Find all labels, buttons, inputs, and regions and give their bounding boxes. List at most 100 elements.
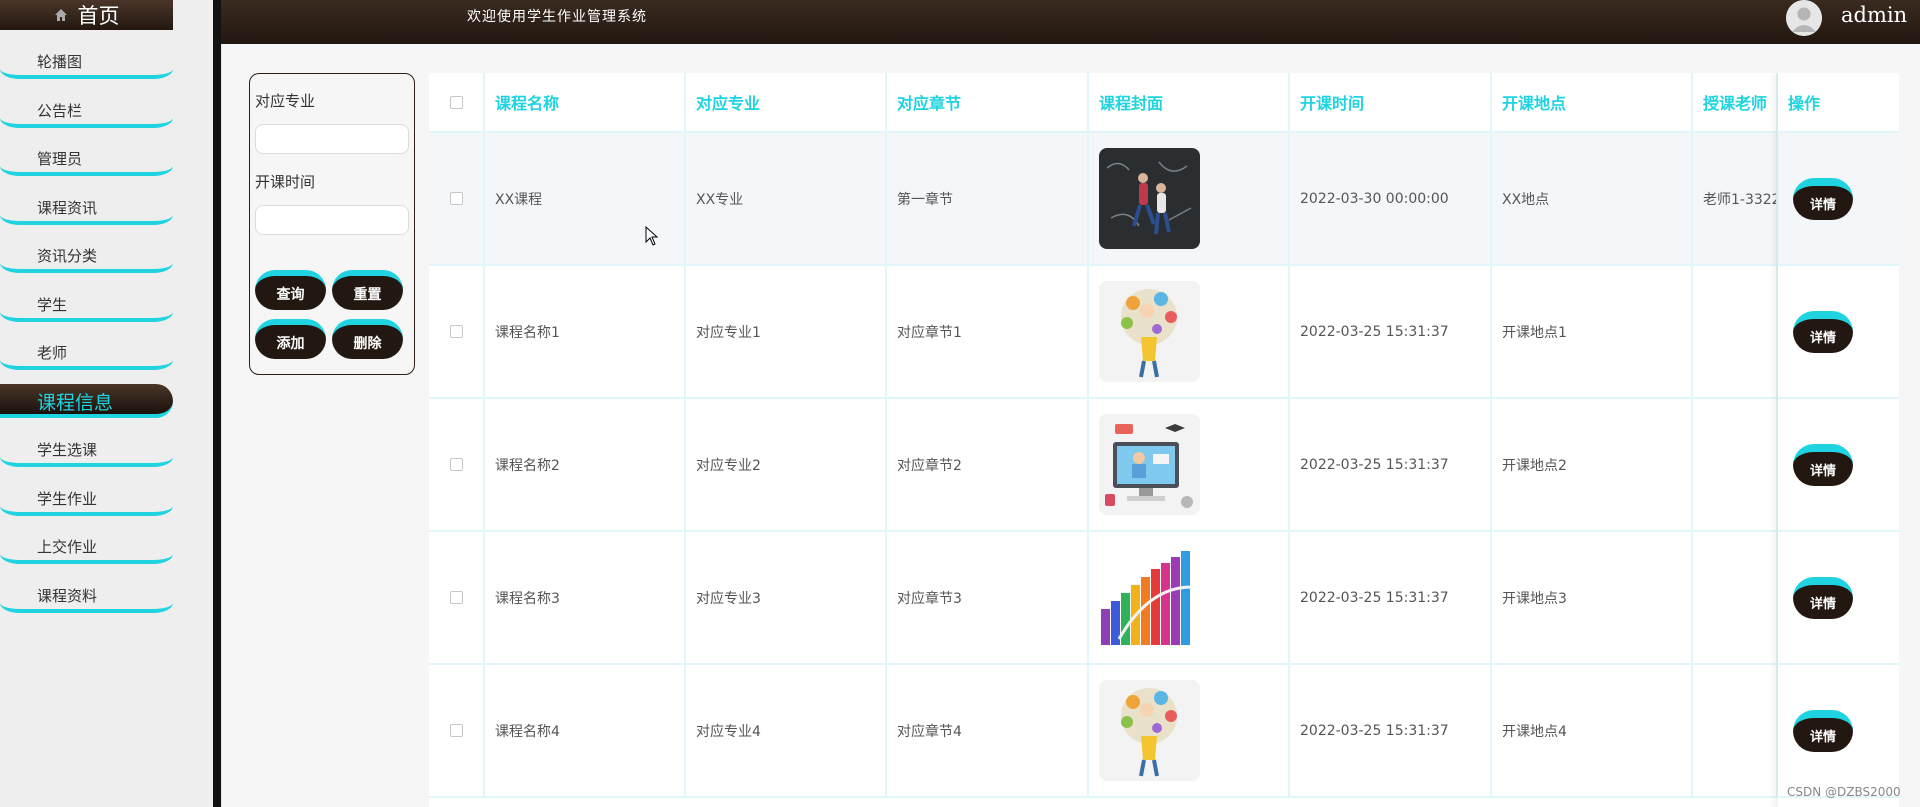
header-cover[interactable]: 课程封面 [1089,73,1290,131]
row-select-cell [429,665,485,796]
detail-button[interactable]: 详情 [1793,177,1853,220]
cell-place: 开课地点4 [1492,665,1693,796]
table-row[interactable]: 课程名称4 对应专业4 对应章节4 2022-03-25 15:31:37 开课… [429,665,1899,796]
row-checkbox[interactable] [449,458,463,471]
cell-name: 课程名称3 [485,532,686,663]
sidebar-item-student[interactable]: 学生 [0,280,173,329]
cell-time: 2022-03-25 15:31:37 [1290,665,1492,796]
nav-underline [0,263,173,273]
home-icon [54,8,68,22]
cell-teacher: 老师1-3322 [1693,133,1778,264]
cell-place: 开课地点1 [1492,266,1693,397]
detail-button[interactable]: 详情 [1793,310,1853,353]
sidebar-item-admin[interactable]: 管理员 [0,134,173,183]
sidebar-nav: 轮播图 公告栏 管理员 课程资讯 资讯分类 学生 老师 课程信息 学生选课 学生… [0,37,173,619]
cell-name: 课程名称1 [485,266,686,397]
sidebar-item-carousel[interactable]: 轮播图 [0,37,173,86]
sidebar-item-course-selection[interactable]: 学生选课 [0,425,173,474]
table-row[interactable]: 课程名称3 对应专业3 对应章节3 2022-03-25 15:31:37 开课… [429,532,1899,663]
nav-underline [0,457,173,467]
cell-chapter: 对应章节4 [887,665,1089,796]
time-input[interactable] [255,205,409,235]
header-operation: 操作 [1788,94,1821,113]
detail-button[interactable]: 详情 [1793,443,1853,486]
add-button[interactable]: 添加 [255,319,326,359]
avatar[interactable] [1786,0,1822,36]
sidebar-item-course-news[interactable]: 课程资讯 [0,183,173,232]
cover-image-chalkboard[interactable] [1099,148,1200,249]
row-select-cell [429,399,485,530]
query-button[interactable]: 查询 [255,270,326,310]
cover-image-online-class[interactable] [1099,414,1200,515]
reset-button[interactable]: 重置 [332,270,403,310]
nav-underline [0,360,173,370]
cell-time: 2022-03-30 00:00:00 [1290,133,1492,264]
row-checkbox[interactable] [449,325,463,338]
major-input[interactable] [255,124,409,154]
cover-image-thinking-boy[interactable] [1099,281,1200,382]
row-checkbox[interactable] [449,591,463,604]
header-time[interactable]: 开课时间 [1290,73,1492,131]
cell-name: 课程名称4 [485,665,686,796]
mouse-cursor-icon [645,226,659,246]
row-checkbox[interactable] [449,192,463,205]
sidebar-item-course-materials[interactable]: 课程资料 [0,571,173,620]
sidebar-item-notice[interactable]: 公告栏 [0,86,173,135]
cell-cover [1089,266,1290,397]
cell-chapter: 对应章节3 [887,532,1089,663]
cell-operation: 详情 [1778,399,1899,530]
course-table: 课程名称 对应专业 对应章节 课程封面 开课时间 开课地点 授课老师 操作 XX… [429,73,1899,807]
cover-image-thinking-boy[interactable] [1099,680,1200,781]
delete-button[interactable]: 删除 [332,319,403,359]
nav-underline [0,603,173,613]
row-divider [429,796,1899,798]
nav-underline [0,312,173,322]
select-all-cell [429,73,485,131]
cell-major: 对应专业4 [686,665,887,796]
cell-cover [1089,133,1290,264]
table-row[interactable]: 课程名称1 对应专业1 对应章节1 2022-03-25 15:31:37 开课… [429,266,1899,397]
sidebar-item-course-info[interactable]: 课程信息 [0,377,173,426]
header-chapter[interactable]: 对应章节 [887,73,1089,131]
nav-underline [0,166,173,176]
cell-time: 2022-03-25 15:31:37 [1290,399,1492,530]
cell-chapter: 对应章节1 [887,266,1089,397]
cell-cover [1089,399,1290,530]
table-row[interactable]: 课程名称2 对应专业2 对应章节2 2022-03-25 15:31:37 开课… [429,399,1899,530]
sidebar-item-news-category[interactable]: 资讯分类 [0,231,173,280]
select-all-checkbox[interactable] [449,95,463,109]
user-name[interactable]: admin [1841,3,1907,27]
cover-image-colored-pencils[interactable] [1099,547,1200,648]
cell-teacher [1693,399,1778,530]
nav-underline [0,215,173,225]
cell-major: 对应专业2 [686,399,887,530]
sidebar-item-teacher[interactable]: 老师 [0,328,173,377]
cell-chapter: 第一章节 [887,133,1089,264]
cell-major: 对应专业1 [686,266,887,397]
header-major[interactable]: 对应专业 [686,73,887,131]
nav-underline [0,69,173,79]
sidebar-item-homework[interactable]: 学生作业 [0,474,173,523]
watermark: CSDN @DZBS2000 [1787,785,1901,799]
system-title: 欢迎使用学生作业管理系统 [467,9,647,25]
nav-underline [0,506,173,516]
main-content: 对应专业 开课时间 查询 重置 添加 删除 课程名称 对应专业 对应章节 课程封… [221,44,1920,807]
home-button[interactable]: 首页 [0,0,173,30]
cell-major: XX专业 [686,133,887,264]
nav-underline [0,118,173,128]
row-checkbox[interactable] [449,724,463,737]
detail-button[interactable]: 详情 [1793,709,1853,752]
header-place[interactable]: 开课地点 [1492,73,1693,131]
cell-chapter: 对应章节2 [887,399,1089,530]
detail-button[interactable]: 详情 [1793,576,1853,619]
row-select-cell [429,532,485,663]
cell-time: 2022-03-25 15:31:37 [1290,266,1492,397]
nav-underline [0,554,173,564]
sidebar-item-submit-homework[interactable]: 上交作业 [0,522,173,571]
sidebar-item-label: 课程信息 [37,391,114,414]
cell-time: 2022-03-25 15:31:37 [1290,532,1492,663]
cell-cover [1089,665,1290,796]
home-label: 首页 [77,4,120,28]
header-teacher[interactable]: 授课老师 [1693,73,1778,131]
header-name[interactable]: 课程名称 [485,73,686,131]
